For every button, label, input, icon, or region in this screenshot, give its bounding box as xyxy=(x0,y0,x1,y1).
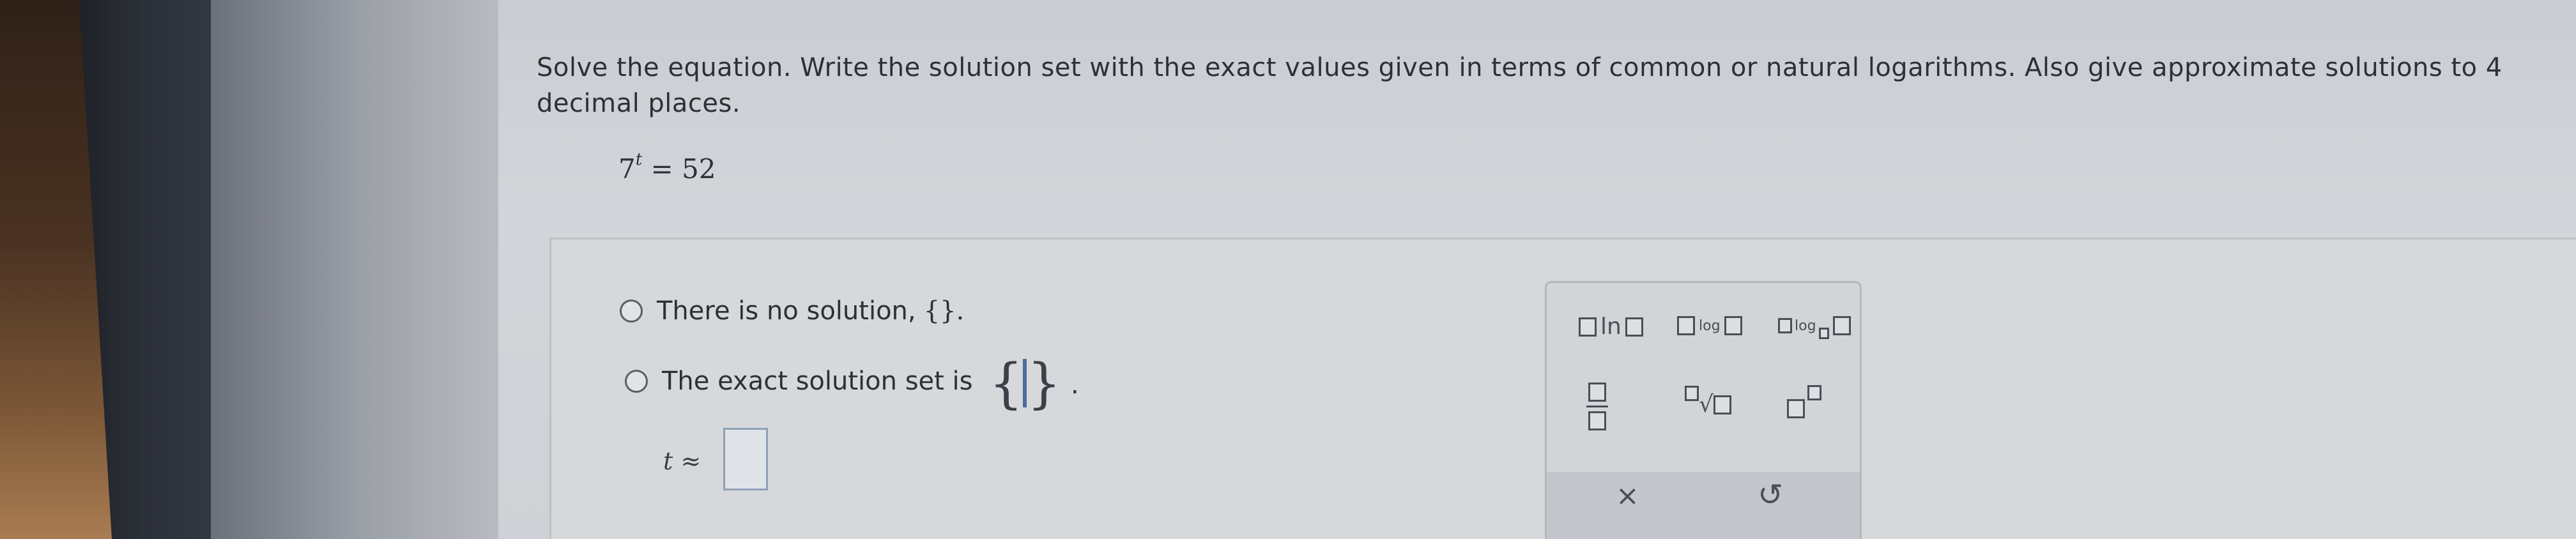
index-box-icon xyxy=(1685,385,1699,401)
log-label: log xyxy=(1699,317,1721,334)
radio-exact-solution-set[interactable] xyxy=(625,370,648,393)
equation-base: 7 xyxy=(618,153,636,185)
base-box-icon xyxy=(1787,399,1805,418)
no-solution-label: There is no solution, xyxy=(657,296,916,326)
left-brace: { xyxy=(989,352,1023,414)
no-solution-braces: {}. xyxy=(923,296,965,326)
undo-button[interactable]: ↺ xyxy=(1758,477,1783,513)
nth-root-button[interactable]: √ xyxy=(1685,385,1731,418)
fraction-bar-icon xyxy=(1586,406,1608,407)
power-box-icon xyxy=(1807,385,1821,400)
ln-label: ln xyxy=(1600,314,1621,340)
denominator-box-icon xyxy=(1588,411,1606,430)
option-no-solution[interactable]: There is no solution, {}. xyxy=(620,296,964,326)
approx-input[interactable] xyxy=(723,428,768,490)
option-exact-solution-set[interactable]: The exact solution set is xyxy=(625,367,973,396)
placeholder-box-icon xyxy=(1677,316,1695,335)
placeholder-box-icon xyxy=(1832,316,1851,335)
placeholder-box-icon xyxy=(1579,317,1597,337)
equation-exponent: t xyxy=(635,150,643,169)
log-base-button[interactable]: log xyxy=(1778,316,1851,339)
photo-scene: Solve the equation. Write the solution s… xyxy=(0,0,2576,539)
fraction-button[interactable] xyxy=(1586,383,1608,430)
right-brace: } xyxy=(1027,352,1061,414)
equation-rhs: = 52 xyxy=(650,153,716,185)
placeholder-box-icon xyxy=(1625,317,1643,337)
exponent-button[interactable] xyxy=(1787,385,1821,418)
placeholder-box-icon xyxy=(1778,318,1792,333)
radical-icon: √ xyxy=(1699,391,1713,418)
subscript-box-icon xyxy=(1818,328,1829,339)
radio-no-solution[interactable] xyxy=(620,300,643,323)
math-toolbar: ln log log √ × ↺ xyxy=(1545,281,1862,539)
question-instruction: Solve the equation. Write the solution s… xyxy=(537,53,2503,118)
placeholder-box-icon xyxy=(1724,316,1742,335)
radicand-box-icon xyxy=(1713,395,1731,414)
ln-button[interactable]: ln xyxy=(1579,314,1643,340)
equation: 7t = 52 xyxy=(618,150,716,185)
exact-set-label: The exact solution set is xyxy=(662,367,973,396)
log-button[interactable]: log xyxy=(1677,316,1742,335)
clear-button[interactable]: × xyxy=(1616,480,1639,512)
approx-label: t ≈ xyxy=(663,447,702,475)
toolbar-footer xyxy=(1547,472,1860,539)
solution-set-braces: { } xyxy=(989,351,1061,415)
log-base-label: log xyxy=(1795,317,1816,334)
screen-left-margin xyxy=(211,0,505,539)
exact-set-period: . xyxy=(1071,370,1079,400)
numerator-box-icon xyxy=(1588,383,1606,402)
